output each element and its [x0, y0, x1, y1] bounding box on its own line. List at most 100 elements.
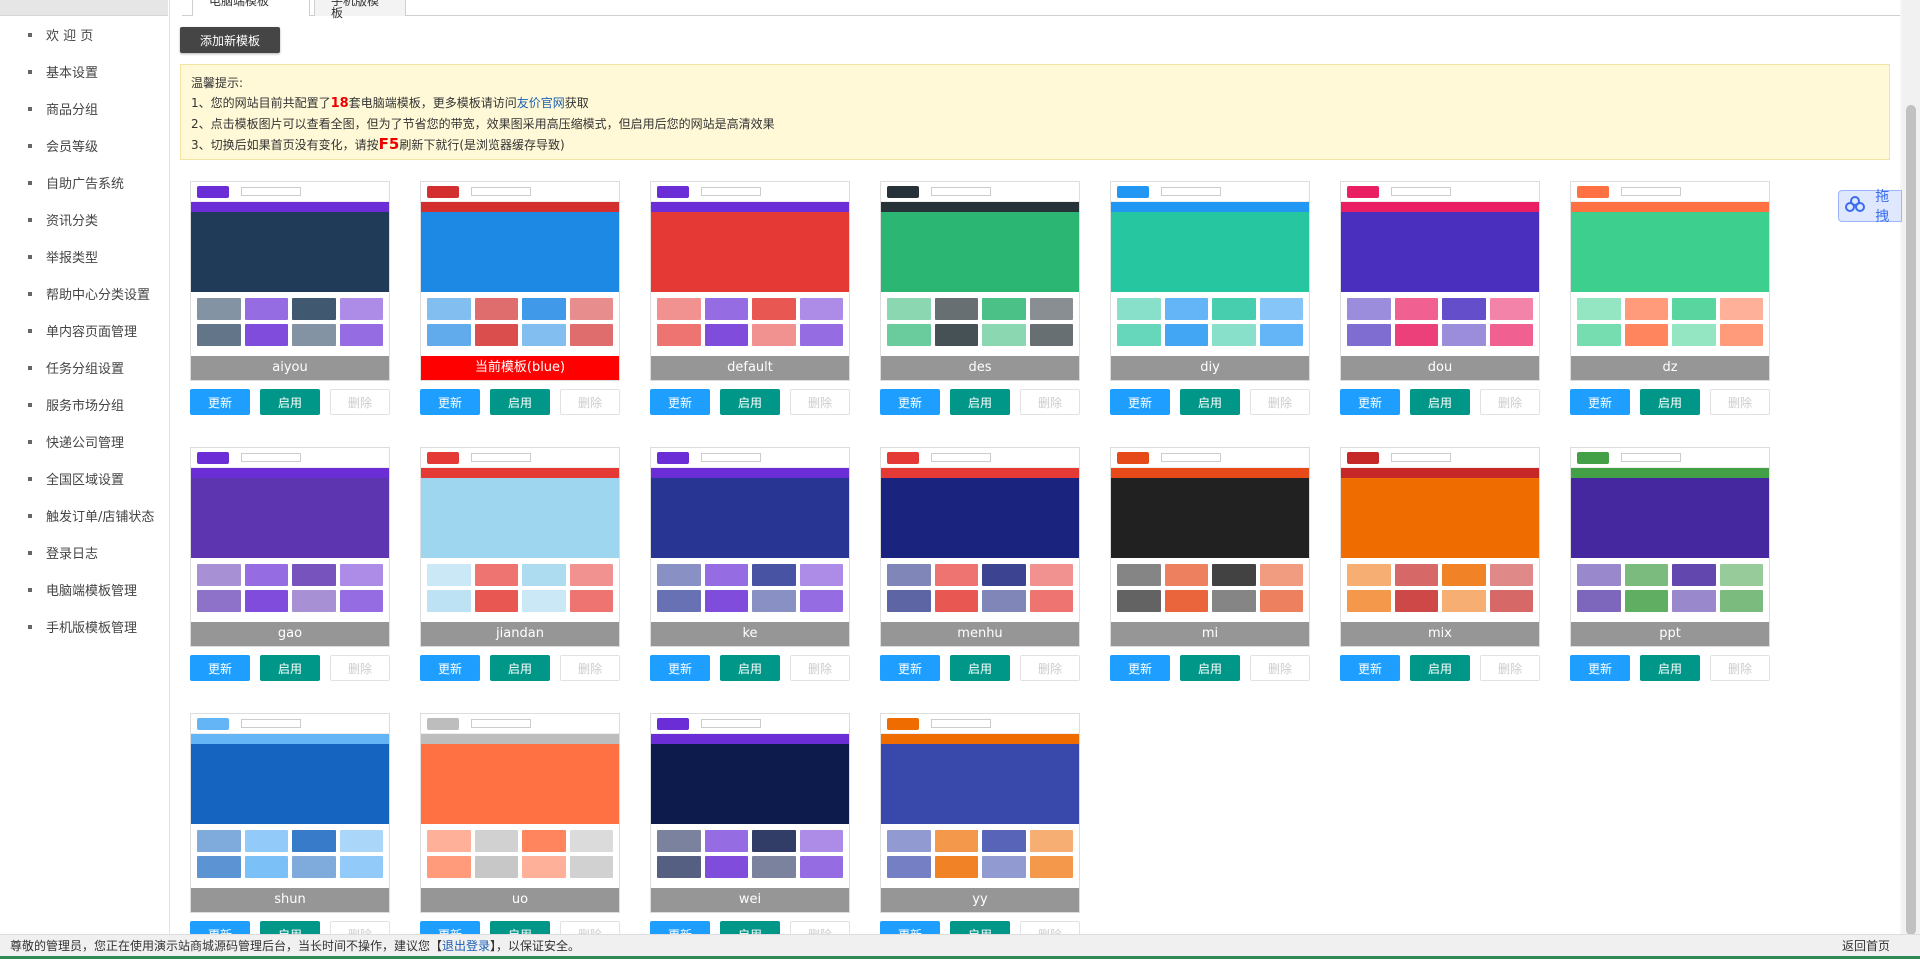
- official-site-link[interactable]: 友价官网: [517, 96, 565, 110]
- template-thumbnail[interactable]: dou: [1340, 181, 1540, 381]
- thumb-block: [1029, 298, 1073, 320]
- vertical-scrollbar[interactable]: [1902, 0, 1920, 945]
- delete-button[interactable]: 删除: [1020, 389, 1080, 415]
- update-button[interactable]: 更新: [1340, 389, 1400, 415]
- sidebar-item[interactable]: 任务分组设置: [0, 349, 169, 386]
- thumb-block: [1442, 298, 1486, 320]
- tab-pc-templates[interactable]: 电脑端模板: [192, 0, 310, 16]
- thumb-block: [982, 298, 1026, 320]
- tab-mobile-templates[interactable]: 手机版模板: [314, 0, 406, 19]
- update-button[interactable]: 更新: [650, 655, 710, 681]
- bullet-icon: [28, 550, 32, 555]
- delete-button[interactable]: 删除: [330, 655, 390, 681]
- thumb-block: [1117, 590, 1161, 612]
- delete-button[interactable]: 删除: [1480, 655, 1540, 681]
- enable-button[interactable]: 启用: [1180, 655, 1240, 681]
- template-thumbnail[interactable]: dz: [1570, 181, 1770, 381]
- update-button[interactable]: 更新: [190, 655, 250, 681]
- sidebar-item[interactable]: 服务市场分组: [0, 386, 169, 423]
- delete-button[interactable]: 删除: [560, 389, 620, 415]
- sidebar-item[interactable]: 登录日志: [0, 534, 169, 571]
- enable-button[interactable]: 启用: [950, 655, 1010, 681]
- sidebar-item[interactable]: 自助广告系统: [0, 164, 169, 201]
- delete-button[interactable]: 删除: [560, 655, 620, 681]
- thumb-block: [934, 856, 978, 878]
- sidebar-item[interactable]: 帮助中心分类设置: [0, 275, 169, 312]
- template-thumbnail[interactable]: uo: [420, 713, 620, 913]
- thumb-block: [982, 324, 1026, 346]
- update-button[interactable]: 更新: [420, 389, 480, 415]
- enable-button[interactable]: 启用: [1180, 389, 1240, 415]
- sidebar-item[interactable]: 会员等级: [0, 127, 169, 164]
- template-thumbnail[interactable]: mix: [1340, 447, 1540, 647]
- enable-button[interactable]: 启用: [1640, 389, 1700, 415]
- enable-button[interactable]: 启用: [260, 389, 320, 415]
- sidebar-item[interactable]: 触发订单/店铺状态: [0, 497, 169, 534]
- enable-button[interactable]: 启用: [490, 389, 550, 415]
- enable-button[interactable]: 启用: [720, 389, 780, 415]
- enable-button[interactable]: 启用: [490, 655, 550, 681]
- sidebar-item[interactable]: 手机版模板管理: [0, 608, 169, 645]
- template-thumbnail[interactable]: wei: [650, 713, 850, 913]
- update-button[interactable]: 更新: [1110, 655, 1170, 681]
- sidebar-item-label: 服务市场分组: [46, 399, 125, 414]
- thumb-header: [421, 448, 619, 468]
- template-thumbnail[interactable]: aiyou: [190, 181, 390, 381]
- update-button[interactable]: 更新: [420, 655, 480, 681]
- update-button[interactable]: 更新: [1340, 655, 1400, 681]
- delete-button[interactable]: 删除: [1020, 655, 1080, 681]
- delete-button[interactable]: 删除: [790, 655, 850, 681]
- update-button[interactable]: 更新: [1570, 655, 1630, 681]
- thumb-block: [752, 324, 796, 346]
- update-button[interactable]: 更新: [1570, 389, 1630, 415]
- thumb-block: [704, 298, 748, 320]
- sidebar-item[interactable]: 快递公司管理: [0, 423, 169, 460]
- scrollbar-thumb[interactable]: [1906, 105, 1916, 935]
- template-thumbnail[interactable]: ke: [650, 447, 850, 647]
- sidebar-item[interactable]: 资讯分类: [0, 201, 169, 238]
- template-thumbnail[interactable]: yy: [880, 713, 1080, 913]
- sidebar-item[interactable]: 欢 迎 页: [0, 16, 169, 53]
- logout-link[interactable]: 退出登录: [442, 939, 490, 953]
- template-thumbnail[interactable]: diy: [1110, 181, 1310, 381]
- delete-button[interactable]: 删除: [1250, 389, 1310, 415]
- enable-button[interactable]: 启用: [720, 655, 780, 681]
- template-thumbnail[interactable]: ppt: [1570, 447, 1770, 647]
- template-thumbnail[interactable]: jiandan: [420, 447, 620, 647]
- template-thumbnail[interactable]: menhu: [880, 447, 1080, 647]
- floating-drag-widget[interactable]: 拖拽: [1838, 189, 1902, 225]
- template-thumbnail[interactable]: mi: [1110, 447, 1310, 647]
- delete-button[interactable]: 删除: [1250, 655, 1310, 681]
- template-thumbnail[interactable]: des: [880, 181, 1080, 381]
- delete-button[interactable]: 删除: [790, 389, 850, 415]
- enable-button[interactable]: 启用: [1410, 389, 1470, 415]
- enable-button[interactable]: 启用: [950, 389, 1010, 415]
- delete-button[interactable]: 删除: [330, 389, 390, 415]
- enable-button[interactable]: 启用: [1410, 655, 1470, 681]
- template-thumbnail[interactable]: shun: [190, 713, 390, 913]
- delete-button[interactable]: 删除: [1710, 389, 1770, 415]
- template-thumbnail[interactable]: gao: [190, 447, 390, 647]
- sidebar-item[interactable]: 商品分组: [0, 90, 169, 127]
- bullet-icon: [28, 587, 32, 592]
- template-thumbnail[interactable]: default: [650, 181, 850, 381]
- main-panel: 电脑端模板 手机版模板 添加新模板 温馨提示: 1、您的网站目前共配置了18套电…: [170, 0, 1900, 945]
- update-button[interactable]: 更新: [880, 655, 940, 681]
- enable-button[interactable]: 启用: [260, 655, 320, 681]
- sidebar-item[interactable]: 单内容页面管理: [0, 312, 169, 349]
- template-thumbnail[interactable]: 当前模板(blue): [420, 181, 620, 381]
- delete-button[interactable]: 删除: [1710, 655, 1770, 681]
- delete-button[interactable]: 删除: [1480, 389, 1540, 415]
- add-template-button[interactable]: 添加新模板: [180, 27, 280, 53]
- update-button[interactable]: 更新: [880, 389, 940, 415]
- sidebar-item[interactable]: 举报类型: [0, 238, 169, 275]
- enable-button[interactable]: 启用: [1640, 655, 1700, 681]
- sidebar-item[interactable]: 基本设置: [0, 53, 169, 90]
- home-link[interactable]: 返回首页: [1842, 935, 1890, 957]
- sidebar-item[interactable]: 电脑端模板管理: [0, 571, 169, 608]
- sidebar-item[interactable]: 全国区域设置: [0, 460, 169, 497]
- update-button[interactable]: 更新: [650, 389, 710, 415]
- update-button[interactable]: 更新: [190, 389, 250, 415]
- update-button[interactable]: 更新: [1110, 389, 1170, 415]
- tab-bar: 电脑端模板 手机版模板: [182, 0, 1900, 19]
